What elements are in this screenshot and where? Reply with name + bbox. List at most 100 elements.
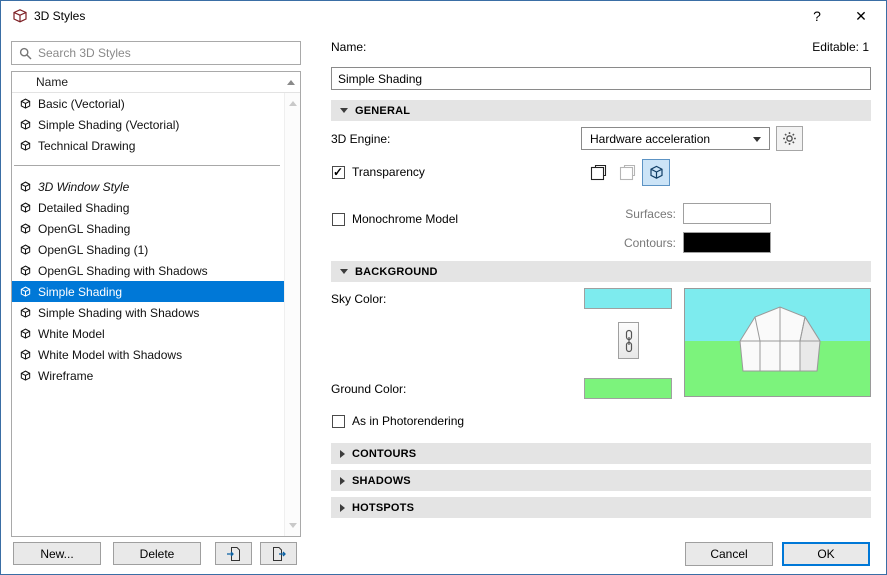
export-icon xyxy=(272,546,286,561)
sky-color-label: Sky Color: xyxy=(331,292,387,306)
list-header-name[interactable]: Name xyxy=(12,72,300,93)
style-cube-icon xyxy=(19,369,32,382)
style-cube-icon xyxy=(19,180,32,193)
monochrome-checkbox[interactable] xyxy=(332,213,345,226)
background-preview xyxy=(684,288,871,397)
section-background[interactable]: BACKGROUND xyxy=(331,261,871,282)
close-button[interactable]: ✕ xyxy=(848,6,874,26)
dropdown-arrow-icon xyxy=(753,137,761,142)
section-hotspots[interactable]: HOTSPOTS xyxy=(331,497,871,518)
cube-pair-icon xyxy=(590,164,606,181)
3d-styles-dialog: 3D Styles ? ✕ Name Basic (Vectorial) Simp… xyxy=(0,0,887,575)
style-cube-icon xyxy=(19,264,32,277)
scroll-down-icon xyxy=(289,523,297,528)
section-shadows[interactable]: SHADOWS xyxy=(331,470,871,491)
photorendering-checkbox[interactable] xyxy=(332,415,345,428)
search-box xyxy=(11,41,301,65)
style-cube-icon xyxy=(19,139,32,152)
style-name-label: White Model with Shadows xyxy=(38,347,183,362)
transparency-mode-1-button[interactable] xyxy=(584,159,612,186)
style-name-label: Technical Drawing xyxy=(38,138,136,153)
style-name-label: Basic (Vectorial) xyxy=(38,96,125,111)
section-contours[interactable]: CONTOURS xyxy=(331,443,871,464)
style-list-item[interactable]: Simple Shading xyxy=(12,281,284,302)
section-background-title: BACKGROUND xyxy=(355,265,438,278)
engine-label: 3D Engine: xyxy=(331,132,391,146)
style-name-label: Simple Shading (Vectorial) xyxy=(38,117,180,132)
section-contours-title: CONTOURS xyxy=(352,447,417,460)
style-name-label: OpenGL Shading with Shadows xyxy=(38,263,208,278)
style-name-label: Detailed Shading xyxy=(38,200,130,215)
style-list-item[interactable]: Wireframe xyxy=(12,365,284,386)
ok-button-label: OK xyxy=(817,547,835,561)
style-list-item[interactable]: 3D Window Style xyxy=(12,176,284,197)
scroll-up-icon xyxy=(289,101,297,106)
style-cube-icon xyxy=(19,327,32,340)
delete-button-label: Delete xyxy=(139,546,175,561)
style-name-label: OpenGL Shading (1) xyxy=(38,242,149,257)
styles-list: Basic (Vectorial) Simple Shading (Vectori… xyxy=(12,93,284,536)
section-general[interactable]: GENERAL xyxy=(331,100,871,121)
style-name-label: Wireframe xyxy=(38,368,94,383)
transparency-checkbox[interactable] xyxy=(332,165,345,179)
import-style-button[interactable] xyxy=(215,542,252,565)
style-cube-icon xyxy=(19,306,32,319)
transparency-label: Transparency xyxy=(352,165,425,179)
new-button[interactable]: New... xyxy=(13,542,101,565)
list-header-label: Name xyxy=(36,75,69,89)
style-name-input[interactable] xyxy=(331,67,871,90)
name-label: Name: xyxy=(331,40,367,54)
3d-cube-app-icon xyxy=(11,8,28,24)
editable-count-label: Editable: 1 xyxy=(812,40,869,54)
style-list-item[interactable]: OpenGL Shading with Shadows xyxy=(12,260,284,281)
style-list-item[interactable]: Basic (Vectorial) xyxy=(12,93,284,114)
style-cube-icon xyxy=(19,97,32,110)
style-name-label: Simple Shading xyxy=(38,284,123,299)
photorendering-label: As in Photorendering xyxy=(352,414,465,428)
cancel-button-label: Cancel xyxy=(710,547,748,561)
chevron-right-icon xyxy=(340,476,345,485)
style-list-item[interactable]: Simple Shading (Vectorial) xyxy=(12,114,284,135)
export-style-button[interactable] xyxy=(260,542,297,565)
delete-button[interactable]: Delete xyxy=(113,542,201,565)
sky-color-swatch[interactable] xyxy=(584,288,672,309)
style-list-item[interactable]: OpenGL Shading xyxy=(12,218,284,239)
cancel-button[interactable]: Cancel xyxy=(685,542,773,566)
link-colors-button[interactable] xyxy=(618,322,639,359)
ok-button[interactable]: OK xyxy=(782,542,870,566)
engine-dropdown[interactable]: Hardware acceleration xyxy=(581,127,770,150)
cube-icon xyxy=(649,165,663,179)
contours-label: Contours: xyxy=(623,236,676,250)
search-input[interactable] xyxy=(38,43,300,63)
help-button[interactable]: ? xyxy=(804,6,830,26)
style-list-item[interactable]: Technical Drawing xyxy=(12,135,284,156)
style-list-item[interactable]: White Model xyxy=(12,323,284,344)
list-scrollbar[interactable] xyxy=(284,93,300,536)
chain-link-icon xyxy=(625,329,632,352)
new-button-label: New... xyxy=(40,546,74,561)
section-hotspots-title: HOTSPOTS xyxy=(352,501,415,514)
transparency-mode-3-button[interactable] xyxy=(642,159,670,186)
style-list-item[interactable]: White Model with Shadows xyxy=(12,344,284,365)
ground-color-label: Ground Color: xyxy=(331,382,407,396)
engine-dropdown-value: Hardware acceleration xyxy=(590,131,711,146)
engine-settings-button[interactable] xyxy=(776,126,803,151)
contours-color-swatch[interactable] xyxy=(683,232,771,253)
monochrome-label: Monochrome Model xyxy=(352,212,459,226)
style-cube-icon xyxy=(19,348,32,361)
list-separator xyxy=(12,156,284,176)
house-preview-graphic xyxy=(739,306,821,372)
style-list-item[interactable]: Detailed Shading xyxy=(12,197,284,218)
surfaces-label: Surfaces: xyxy=(625,207,676,221)
style-cube-icon xyxy=(19,222,32,235)
style-name-label: White Model xyxy=(38,326,105,341)
chevron-down-icon xyxy=(340,269,348,274)
style-list-item[interactable]: Simple Shading with Shadows xyxy=(12,302,284,323)
transparency-mode-2-button[interactable] xyxy=(613,159,641,186)
style-list-item[interactable]: OpenGL Shading (1) xyxy=(12,239,284,260)
style-cube-icon xyxy=(19,201,32,214)
surfaces-color-swatch[interactable] xyxy=(683,203,771,224)
style-cube-icon xyxy=(19,285,32,298)
style-cube-icon xyxy=(19,118,32,131)
ground-color-swatch[interactable] xyxy=(584,378,672,399)
